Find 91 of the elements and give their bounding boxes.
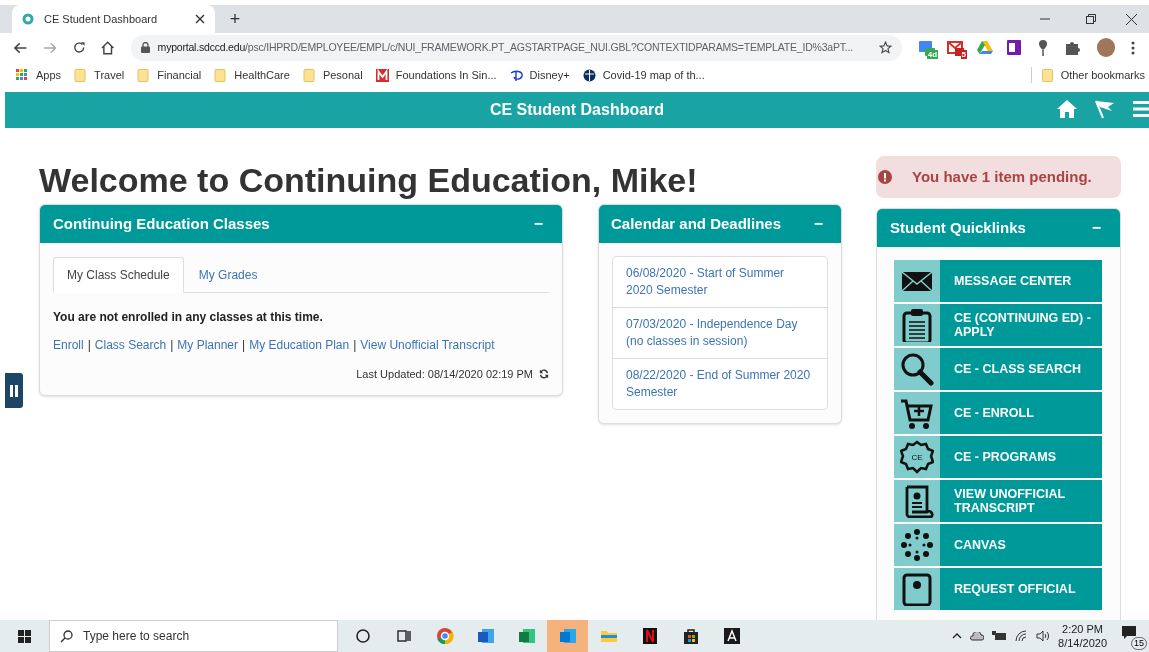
apps-grid-icon [16,68,29,82]
calendar-event-link[interactable]: 08/22/2020 - End of Summer 2020 Semester [613,358,827,409]
card-title: Continuing Education Classes [53,213,270,234]
tab[interactable]: My Grades [183,257,273,293]
collapse-button[interactable]: − [1085,216,1107,240]
link[interactable]: View Unofficial Transcript [360,336,495,354]
battery-icon[interactable] [992,631,1008,641]
more-menu-icon[interactable] [1131,40,1136,55]
windows-start-icon[interactable] [18,629,31,643]
card-title: Calendar and Deadlines [611,213,782,234]
bookmark[interactable]: Pesonal [302,66,363,84]
link-separator: | [242,337,246,354]
home-icon[interactable] [101,40,115,55]
folder-icon [137,68,151,82]
bookmark-folder[interactable]: Other bookmarks [1041,66,1145,84]
link[interactable]: Class Search [94,336,167,354]
bookmark[interactable]: Disney+ [509,66,570,84]
restore-icon[interactable] [1086,14,1096,24]
address-bar[interactable]: myportal.sdccd.edu/psc/IHPRD/EMPLOYEE/EMPL/c/NUI_FRAMEWORK.PT_AGSTARTPAGE_NUI.GBL?CONTEXTIDPARAMS=TEMPLATE_ID%3aPT... [130,34,903,61]
n-logo-icon [640,627,659,645]
link[interactable]: Enroll [53,336,84,354]
speaker-icon[interactable] [1036,630,1051,642]
bookmark[interactable]: Foundations In Sin... [375,66,497,84]
shopping-bag-icon [681,627,700,645]
lock-icon [140,42,150,53]
link-separator: | [87,337,91,354]
close-icon[interactable] [195,14,205,24]
link[interactable]: My Education Plan [249,336,350,354]
spreadsheet-app-icon [517,627,536,645]
reload-icon[interactable] [72,41,86,54]
calendar-event-link[interactable]: 07/03/2020 - Independence Day (no classes in session) [613,307,827,358]
seal-icon: CE [900,440,934,474]
tab[interactable]: My Class Schedule [53,257,184,293]
header-title: CE Student Dashboard [489,100,665,120]
triangle-extension-icon[interactable] [976,38,995,57]
bookmark[interactable]: Travel [74,66,125,84]
link-separator: | [170,337,174,354]
bookmark[interactable]: HealthCare [214,66,290,84]
circle-icon [353,627,372,645]
collapse-button[interactable]: − [527,212,549,236]
bookmark[interactable]: Apps [16,66,62,84]
m-logo-icon [375,68,389,82]
folder-icon [214,68,228,82]
mail-app-icon [558,627,577,645]
no-classes-message: You are not enrolled in any classes at this time. [53,309,324,326]
document-app-icon [476,627,495,645]
folder-icon [74,68,88,82]
folder-icon [302,68,316,82]
clock[interactable]: 2:20 PM 8/14/2020 [1058,622,1107,650]
wifi-icon[interactable] [1015,630,1029,642]
close-icon[interactable] [1126,13,1137,25]
clipboard-icon [900,308,934,342]
calendar-event-link[interactable]: 06/08/2020 - Start of Summer 2020 Semester [613,257,827,307]
notebook-extension-icon[interactable] [1005,38,1024,57]
profile-avatar[interactable] [1097,38,1116,57]
flag-icon[interactable] [1095,99,1115,119]
link[interactable]: My Planner [177,336,238,354]
link-separator: | [353,337,357,354]
back-icon[interactable] [14,41,28,54]
cloud-icon[interactable] [970,631,985,641]
bookmark[interactable]: Covid-19 map of th... [582,66,705,84]
round-logo-icon [435,627,454,645]
alert-icon [878,170,892,184]
mail-extension-icon[interactable]: 5 [947,38,966,57]
last-updated-text: Last Updated: 08/14/2020 02:19 PM [356,367,533,382]
side-pause-button[interactable] [5,373,23,408]
tab-favicon-icon [22,13,34,25]
collapse-button[interactable]: − [807,212,829,236]
refresh-icon[interactable] [539,369,549,380]
bookmark[interactable]: Financial [137,66,202,84]
document-icon [900,572,934,606]
browser-tab[interactable]: CE Student Dashboard [12,5,215,33]
star-icon[interactable] [879,41,893,54]
pdf-app-icon [722,627,741,645]
globe-icon [582,68,596,82]
task-view-icon [394,627,413,645]
swoosh-logo-icon [509,68,523,82]
pending-alert[interactable]: You have 1 item pending. [876,156,1121,198]
notification-icon [1121,625,1137,641]
welcome-heading: Welcome to Continuing Education, Mike! [39,160,699,201]
folder-icon [1041,68,1053,82]
taskbar-search-field[interactable]: Type here to search [49,620,338,652]
magnifier-icon [900,352,934,386]
url-text: myportal.sdccd.edu/psc/IHPRD/EMPLOYEE/EMPL/c/NUI_FRAMEWORK.PT_AGSTARTPAGE_NUI.GBL?CONTEXTIDPARAMS=TEMPLATE_ID%3aPT... [157,39,854,55]
menu-icon[interactable] [1133,100,1149,118]
card-title: Student Quicklinks [890,217,1026,238]
dotted-circle-icon [900,528,934,562]
search-icon [60,629,73,643]
tab-title: CE Student Dashboard [44,11,159,27]
chevron-up-icon[interactable] [952,633,963,639]
new-tab-button[interactable]: + [223,5,247,33]
